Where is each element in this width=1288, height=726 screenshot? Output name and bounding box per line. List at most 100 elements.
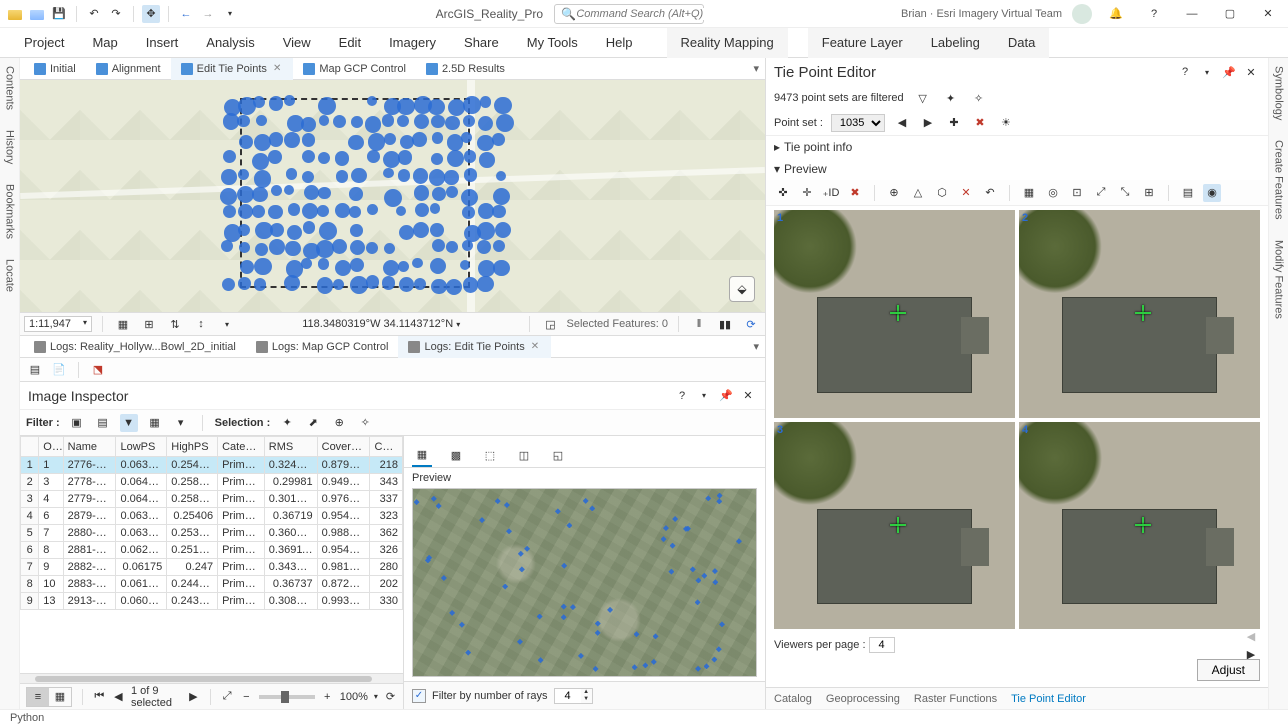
btab-raster[interactable]: Raster Functions	[914, 693, 997, 705]
col-lowps[interactable]: LowPS	[116, 437, 167, 457]
log-tab-initial[interactable]: Logs: Reality_Hollyw...Bowl_2D_initial	[24, 336, 246, 358]
tpe-preview-expander[interactable]: ▾Preview	[766, 158, 1268, 180]
tpe-filter2-icon[interactable]: ✦	[942, 89, 960, 107]
user-label[interactable]: Brian · Esri Imagery Virtual Team	[901, 8, 1062, 20]
close-tab-icon[interactable]: ✕	[529, 341, 541, 352]
tie-point-marker[interactable]	[1135, 305, 1151, 321]
tpe-t1-icon[interactable]: ✜	[774, 184, 792, 202]
view-toggle[interactable]: ≡▦	[26, 687, 72, 707]
status-python[interactable]: Python	[10, 712, 44, 724]
filter-on-icon[interactable]: ▼	[120, 414, 138, 432]
grid-tool-icon[interactable]: ⊞	[139, 315, 159, 333]
filter-extent-icon[interactable]: ▣	[68, 414, 86, 432]
ribbon-tab-view[interactable]: View	[269, 28, 325, 58]
zoom-in-icon[interactable]: +	[321, 688, 334, 706]
table-row[interactable]: 572880-Col0.0633950.253581Primary0.36087…	[21, 525, 403, 542]
panel-pin-icon[interactable]: 📌	[717, 387, 735, 405]
log-tool-1-icon[interactable]: ▤	[26, 361, 44, 379]
tpe-t11-icon[interactable]: ⊡	[1068, 184, 1086, 202]
qat-dropdown-icon[interactable]: ▾	[221, 5, 239, 23]
panel-help-icon[interactable]: ?	[673, 387, 691, 405]
pointset-center-icon[interactable]: ☀	[997, 114, 1015, 132]
viewer-3[interactable]: 3	[774, 422, 1015, 630]
prev-row-icon[interactable]: ◀	[112, 688, 125, 706]
viewer-1[interactable]: 1	[774, 210, 1015, 418]
viewers-prev-icon[interactable]: ◀	[1242, 627, 1260, 645]
tpe-pin-icon[interactable]: 📌	[1220, 63, 1238, 81]
col-coverage[interactable]: Coverage	[317, 437, 370, 457]
table-row[interactable]: 9132913-Col0.0609620.243847Primary0.3084…	[21, 593, 403, 610]
rays-up-icon[interactable]: ▲	[581, 689, 592, 696]
preview-image[interactable]	[412, 488, 757, 677]
pointset-prev-icon[interactable]: ◀	[893, 114, 911, 132]
rays-input[interactable]	[555, 689, 581, 703]
viewer-4[interactable]: 4	[1019, 422, 1260, 630]
refresh-table-icon[interactable]: ⟳	[384, 688, 397, 706]
help-icon[interactable]: ?	[1140, 4, 1168, 24]
preview-tab-2-icon[interactable]: ▩	[446, 447, 466, 467]
log-tool-2-icon[interactable]: 📄	[50, 361, 68, 379]
tie-point-marker[interactable]	[1135, 517, 1151, 533]
pointset-next-icon[interactable]: ▶	[919, 114, 937, 132]
list-view-icon[interactable]: ≡	[27, 688, 49, 706]
sel-tool-2-icon[interactable]: ⬈	[304, 414, 322, 432]
log-tab-gcp[interactable]: Logs: Map GCP Control	[246, 336, 399, 358]
view-tab-25d[interactable]: 2.5D Results	[416, 58, 515, 80]
adjust-button[interactable]: Adjust	[1197, 659, 1260, 681]
sel-tool-4-icon[interactable]: ✧	[356, 414, 374, 432]
panel-options-icon[interactable]: ▾	[695, 387, 713, 405]
map-view[interactable]: ⬙	[20, 80, 765, 312]
rail-locate[interactable]: Locate	[4, 255, 16, 296]
preview-tab-5-icon[interactable]: ◱	[548, 447, 568, 467]
undo-icon[interactable]: ↶	[85, 5, 103, 23]
minimize-icon[interactable]: —	[1178, 4, 1206, 24]
col-count[interactable]: Cou...	[370, 437, 403, 457]
table-row[interactable]: 682881-Col0.0629770.251907Primary0.36911…	[21, 542, 403, 559]
ribbon-tab-analysis[interactable]: Analysis	[192, 28, 268, 58]
more-tools-icon[interactable]: ▾	[217, 315, 237, 333]
table-row[interactable]: 232778-Col0.0646440.258576Primary0.29981…	[21, 474, 403, 491]
viewer-2[interactable]: 2	[1019, 210, 1260, 418]
table-row[interactable]: 8102883-Col0.0610910.244362Primary0.3673…	[21, 576, 403, 593]
rail-modify-features[interactable]: Modify Features	[1273, 236, 1285, 323]
preview-tab-4-icon[interactable]: ◫	[514, 447, 534, 467]
next-row-icon[interactable]: ▶	[187, 688, 200, 706]
pointset-del-icon[interactable]: ✖	[971, 114, 989, 132]
rail-bookmarks[interactable]: Bookmarks	[4, 180, 16, 243]
col-rms[interactable]: RMS	[264, 437, 317, 457]
table-h-scrollbar[interactable]	[20, 673, 403, 683]
tpe-t13-icon[interactable]: ▤	[1179, 184, 1197, 202]
rail-history[interactable]: History	[4, 126, 16, 168]
col-category[interactable]: Category	[218, 437, 265, 457]
redo-icon[interactable]: ↷	[107, 5, 125, 23]
tpe-filter1-icon[interactable]: ▽	[914, 89, 932, 107]
view-tab-gcp[interactable]: Map GCP Control	[293, 58, 416, 80]
view-tab-alignment[interactable]: Alignment	[86, 58, 171, 80]
table-row[interactable]: 342779-Col0.0647070.258828Primary0.30100…	[21, 491, 403, 508]
ribbon-tab-project[interactable]: Project	[10, 28, 78, 58]
back-icon[interactable]: ←	[177, 5, 195, 23]
table-row[interactable]: 112776-Col0.0635260.254104Primary0.32487…	[21, 457, 403, 474]
ribbon-tab-reality[interactable]: Reality Mapping	[667, 28, 788, 58]
table-row[interactable]: 462879-Col0.0635150.25406Primary0.367190…	[21, 508, 403, 525]
ribbon-tab-imagery[interactable]: Imagery	[375, 28, 450, 58]
avatar[interactable]	[1072, 4, 1092, 24]
open-icon[interactable]	[28, 5, 46, 23]
notifications-icon[interactable]: 🔔	[1102, 4, 1130, 24]
rail-contents[interactable]: Contents	[4, 62, 16, 114]
ribbon-tab-labeling[interactable]: Labeling	[917, 28, 994, 58]
ribbon-tab-insert[interactable]: Insert	[132, 28, 193, 58]
command-search-input[interactable]	[576, 8, 719, 20]
ribbon-tab-mytools[interactable]: My Tools	[513, 28, 592, 58]
col-highps[interactable]: HighPS	[167, 437, 218, 457]
first-row-icon[interactable]: ⏮	[93, 688, 106, 706]
compass-icon[interactable]: ⬙	[729, 276, 755, 302]
zoom-dropdown-icon[interactable]: ▾	[374, 692, 378, 701]
tpe-t6-icon[interactable]: △	[909, 184, 927, 202]
tpe-t12-icon[interactable]: ⊞	[1140, 184, 1158, 202]
col-name[interactable]: Name	[63, 437, 116, 457]
grid-view-icon[interactable]: ▦	[49, 688, 71, 706]
filter-menu-icon[interactable]: ▾	[172, 414, 190, 432]
tpe-undo-icon[interactable]: ↶	[981, 184, 999, 202]
tpe-t4-icon[interactable]: ✖	[846, 184, 864, 202]
